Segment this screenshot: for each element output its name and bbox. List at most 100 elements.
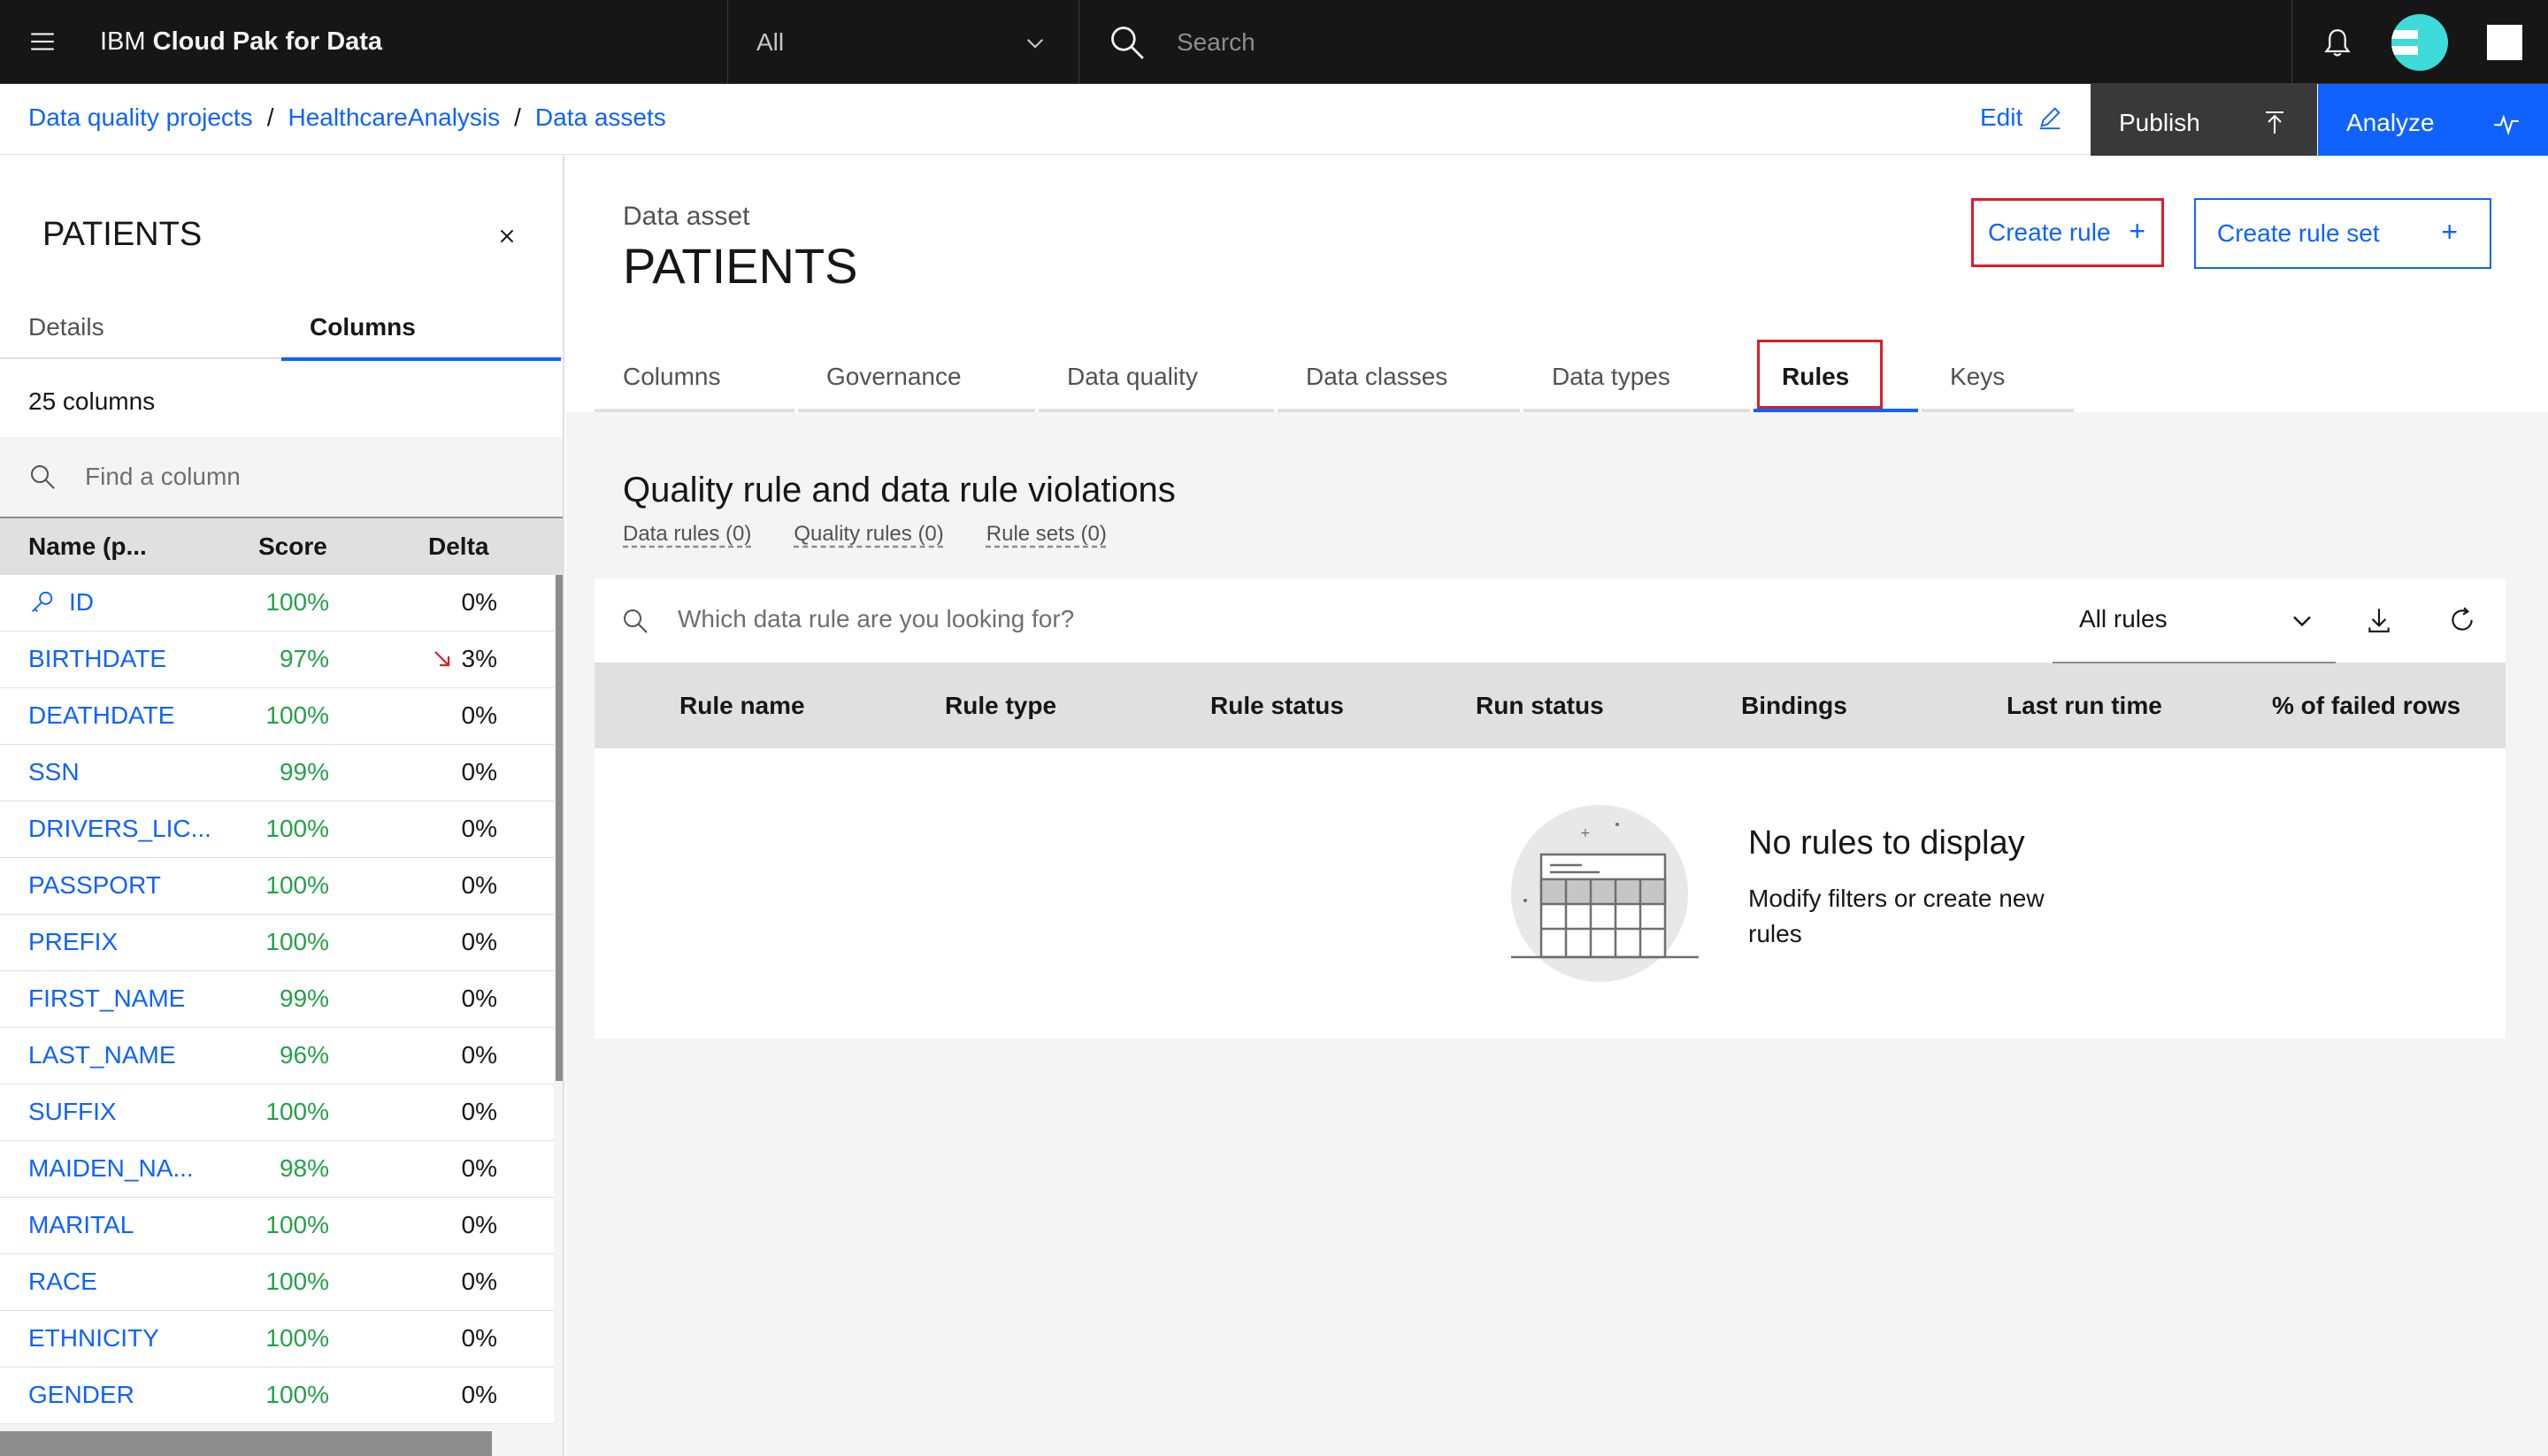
scrollbar-thumb[interactable] [556, 575, 563, 1081]
create-rule-set-label: Create rule set [2217, 219, 2380, 247]
asset-tabs: Columns Governance Data quality Data cla… [595, 340, 2520, 412]
column-name-link[interactable]: PASSPORT [28, 871, 161, 900]
brand-prefix: IBM [100, 27, 146, 56]
column-name-link[interactable]: MARITAL [28, 1211, 134, 1239]
edit-button[interactable]: Edit [1980, 103, 2063, 132]
plus-icon: + [2129, 215, 2145, 247]
column-header-name[interactable]: Name (p... [28, 533, 147, 561]
column-delta: 0% [462, 1098, 497, 1126]
horizontal-scrollbar[interactable] [0, 1424, 554, 1456]
breadcrumb-item-data-assets[interactable]: Data assets [535, 103, 666, 132]
column-name-link[interactable]: ID [28, 588, 94, 617]
column-name-link[interactable]: MAIDEN_NA... [28, 1154, 194, 1183]
plus-icon: + [2441, 216, 2458, 248]
column-delta: 0% [462, 1381, 497, 1409]
scrollbar-thumb[interactable] [0, 1431, 492, 1456]
menu-icon[interactable] [0, 0, 84, 84]
tab-columns[interactable]: Columns [595, 345, 794, 412]
column-name: ID [69, 588, 94, 616]
column-name-link[interactable]: RACE [28, 1268, 97, 1296]
close-icon[interactable] [494, 223, 520, 249]
download-icon[interactable] [2364, 605, 2394, 635]
svg-text:+: + [1580, 826, 1591, 840]
table-row[interactable]: SUFFIX 100% 0% [0, 1084, 554, 1141]
header-rule-name[interactable]: Rule name [679, 692, 805, 720]
breadcrumb-item-project[interactable]: HealthcareAnalysis [288, 103, 500, 132]
table-row[interactable]: MAIDEN_NA... 98% 0% [0, 1141, 554, 1198]
column-header-delta[interactable]: Delta [428, 533, 488, 561]
table-row[interactable]: SSN 99% 0% [0, 745, 554, 801]
column-delta: 0% [462, 1154, 497, 1183]
analyze-label: Analyze [2346, 108, 2435, 136]
column-name-link[interactable]: DRIVERS_LIC... [28, 815, 211, 843]
table-row[interactable]: MARITAL 100% 0% [0, 1198, 554, 1254]
key-icon [32, 591, 53, 612]
column-search[interactable]: Find a column [0, 437, 563, 518]
global-search-input[interactable]: Search [1177, 28, 1255, 57]
rule-search-input[interactable]: Which data rule are you looking for? [678, 605, 1074, 633]
publish-button[interactable]: Publish [2091, 84, 2317, 161]
rule-sets-count[interactable]: Rule sets (0) [986, 522, 1107, 547]
column-score: 96% [279, 1041, 329, 1069]
column-name-link[interactable]: BIRTHDATE [28, 645, 166, 673]
vertical-scrollbar[interactable] [554, 575, 563, 1456]
table-row[interactable]: BIRTHDATE 97% 3% [0, 632, 554, 688]
global-search[interactable]: Search [1081, 0, 2291, 84]
column-delta-value: 0% [461, 758, 497, 785]
column-delta-value: 0% [461, 871, 497, 899]
table-row[interactable]: ID 100% 0% [0, 575, 554, 632]
table-row[interactable]: PREFIX 100% 0% [0, 915, 554, 971]
tab-governance[interactable]: Governance [798, 345, 1035, 412]
column-delta: 0% [462, 871, 497, 900]
search-scope-dropdown[interactable]: All [727, 0, 1079, 84]
table-row[interactable]: ETHNICITY 100% 0% [0, 1311, 554, 1368]
column-name-link[interactable]: DEATHDATE [28, 701, 174, 730]
column-name-link[interactable]: LAST_NAME [28, 1041, 176, 1069]
header-last-run-time[interactable]: Last run time [2007, 692, 2162, 720]
header-rule-type[interactable]: Rule type [945, 692, 1056, 720]
table-row[interactable]: LAST_NAME 96% 0% [0, 1028, 554, 1084]
column-delta-value: 3% [461, 645, 497, 672]
analyze-button[interactable]: Analyze [2318, 84, 2548, 161]
tab-data-classes[interactable]: Data classes [1278, 345, 1520, 412]
table-row[interactable]: DRIVERS_LIC... 100% 0% [0, 801, 554, 858]
column-name-link[interactable]: PREFIX [28, 928, 118, 956]
table-row[interactable]: FIRST_NAME 99% 0% [0, 971, 554, 1028]
breadcrumb-separator: / [514, 103, 521, 131]
page-title: PATIENTS [623, 238, 858, 294]
table-row[interactable]: RACE 100% 0% [0, 1254, 554, 1311]
rules-filter-dropdown[interactable]: All rules [2053, 579, 2336, 663]
app-switcher-icon[interactable] [2487, 25, 2522, 60]
header-bindings[interactable]: Bindings [1741, 692, 1847, 720]
table-row[interactable]: PASSPORT 100% 0% [0, 858, 554, 915]
table-row[interactable]: DEATHDATE 100% 0% [0, 688, 554, 745]
header-rule-status[interactable]: Rule status [1210, 692, 1344, 720]
breadcrumb-item-projects[interactable]: Data quality projects [28, 103, 253, 132]
panel-tab-details[interactable]: Details [28, 306, 104, 359]
create-rule-button[interactable]: Create rule + [1971, 198, 2164, 267]
column-score: 100% [265, 1268, 329, 1295]
table-row[interactable]: GENDER 100% 0% [0, 1368, 554, 1424]
column-name-link[interactable]: SSN [28, 758, 80, 786]
column-name-link[interactable]: SUFFIX [28, 1098, 117, 1126]
column-name: BIRTHDATE [28, 645, 167, 672]
tab-data-quality[interactable]: Data quality [1039, 345, 1274, 412]
data-rules-count[interactable]: Data rules (0) [623, 522, 751, 547]
tab-data-types[interactable]: Data types [1523, 345, 1750, 412]
notifications-button[interactable] [2291, 0, 2382, 84]
create-rule-set-button[interactable]: Create rule set + [2194, 198, 2491, 269]
refresh-icon[interactable] [2447, 605, 2477, 635]
avatar[interactable] [2391, 14, 2448, 71]
column-search-input[interactable]: Find a column [85, 463, 241, 491]
tab-rules[interactable]: Rules [1754, 340, 1918, 412]
column-name-link[interactable]: FIRST_NAME [28, 985, 185, 1013]
column-name-link[interactable]: GENDER [28, 1381, 134, 1409]
quality-rules-count[interactable]: Quality rules (0) [794, 522, 943, 547]
panel-tab-columns[interactable]: Columns [281, 306, 561, 361]
tab-keys[interactable]: Keys [1922, 345, 2074, 412]
app-title[interactable]: IBM Cloud Pak for Data [84, 27, 727, 57]
header-failed-rows[interactable]: % of failed rows [2272, 692, 2460, 720]
header-run-status[interactable]: Run status [1476, 692, 1604, 720]
column-name-link[interactable]: ETHNICITY [28, 1324, 159, 1353]
column-header-score[interactable]: Score [258, 533, 327, 561]
